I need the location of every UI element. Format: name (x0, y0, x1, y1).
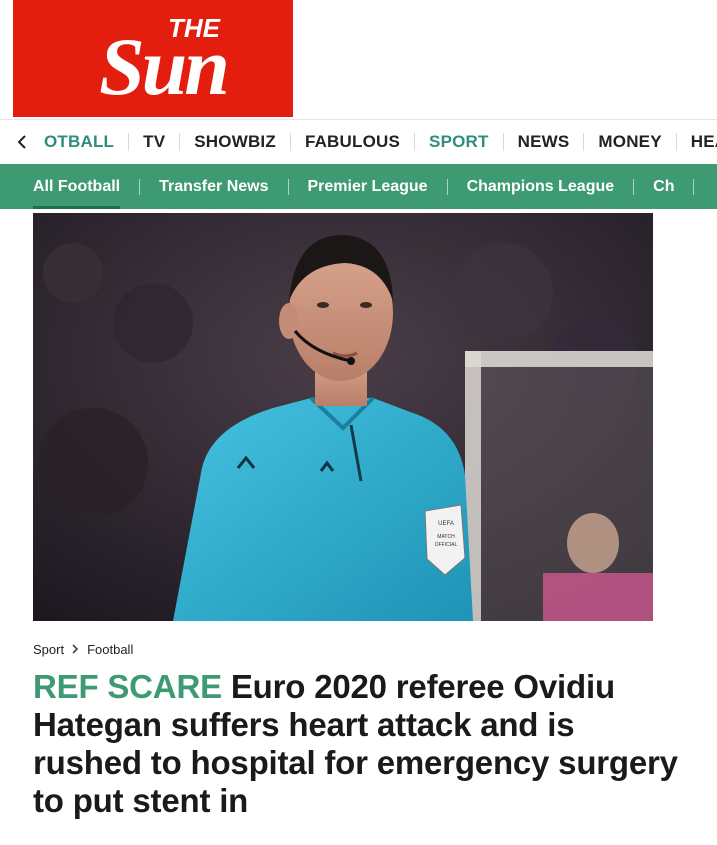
main-nav-items: OTBALL TV SHOWBIZ FABULOUS SPORT NEWS MO… (30, 133, 717, 151)
nav-item-football[interactable]: OTBALL (30, 133, 130, 151)
breadcrumb-sport[interactable]: Sport (33, 642, 64, 657)
nav-item-showbiz[interactable]: SHOWBIZ (180, 133, 291, 151)
nav-item-health[interactable]: HEALTH (677, 133, 717, 151)
subnav-item-premier-league[interactable]: Premier League (289, 178, 448, 195)
nav-item-tv[interactable]: TV (129, 133, 181, 151)
logo-sun-text: Sun (99, 21, 227, 112)
nav-item-money[interactable]: MONEY (584, 133, 677, 151)
subnav-item-truncated[interactable]: Ch (634, 178, 695, 195)
breadcrumb: Sport Football (33, 642, 133, 657)
badge-uefa-text: UEFA (438, 521, 454, 527)
logo-graphic: THE Sun (99, 13, 230, 112)
hero-image[interactable]: UEFA MATCH OFFICIAL (33, 213, 653, 621)
football-subnav: All Football Transfer News Premier Leagu… (0, 164, 717, 209)
nav-item-fabulous[interactable]: FABULOUS (291, 133, 416, 151)
main-nav: OTBALL TV SHOWBIZ FABULOUS SPORT NEWS MO… (0, 119, 717, 164)
breadcrumb-football[interactable]: Football (87, 642, 133, 657)
chevron-right-icon (72, 643, 79, 657)
referee-photo: UEFA MATCH OFFICIAL (33, 213, 653, 621)
headline-kicker: REF SCARE (33, 668, 222, 705)
subnav-item-champions-league[interactable]: Champions League (448, 178, 635, 195)
subnav-item-all-football[interactable]: All Football (0, 178, 141, 209)
the-sun-logo[interactable]: THE Sun (13, 0, 293, 117)
subnav-item-transfer-news[interactable]: Transfer News (140, 178, 289, 195)
badge-official-text: OFFICIAL (435, 542, 458, 548)
article-headline[interactable]: REF SCARE Euro 2020 referee Ovidiu Hateg… (33, 668, 683, 820)
badge-match-text: MATCH (437, 534, 455, 540)
nav-item-news[interactable]: NEWS (504, 133, 585, 151)
nav-item-sport[interactable]: SPORT (415, 133, 504, 151)
